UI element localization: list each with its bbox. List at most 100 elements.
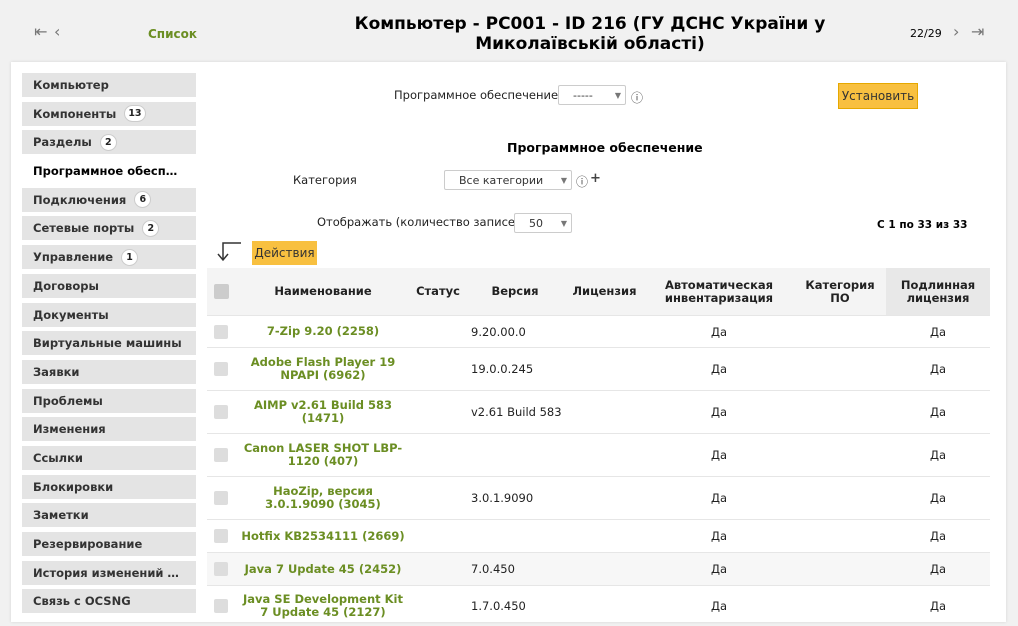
- sidebar-item[interactable]: Заявки: [22, 359, 196, 384]
- category-cell: [794, 519, 886, 553]
- sidebar-item[interactable]: Резервирование: [22, 532, 196, 556]
- section-title: Программное обеспечение: [507, 140, 703, 155]
- sidebar-item[interactable]: История изменений …: [22, 560, 196, 585]
- license-cell: [565, 552, 644, 586]
- table-body: 7-Zip 9.20 (2258) 9.20.00.0 Да Да Adobe Flas…: [207, 315, 990, 626]
- sidebar-item[interactable]: Договоры: [22, 273, 196, 298]
- software-name-link[interactable]: Hotfix KB2534111 (2669): [235, 519, 411, 553]
- software-name-link[interactable]: 7-Zip 9.20 (2258): [235, 315, 411, 348]
- previous-record-icon[interactable]: ‹: [54, 24, 60, 40]
- status-cell: [411, 315, 465, 348]
- sidebar-item-label: Блокировки: [33, 479, 114, 494]
- row-checkbox[interactable]: [214, 562, 228, 577]
- sidebar-item[interactable]: Подключения 6: [22, 187, 196, 212]
- software-name-link[interactable]: Canon LASER SHOT LBP-1120 (407): [235, 433, 411, 477]
- actions-button[interactable]: Действия: [252, 241, 317, 265]
- install-button[interactable]: Установить: [838, 83, 918, 109]
- software-name-link[interactable]: Java SE Development Kit 7 Update 45 (212…: [235, 585, 411, 626]
- software-name-link[interactable]: Adobe Flash Player 19 NPAPI (6962): [235, 347, 411, 391]
- license-cell: [565, 390, 644, 434]
- row-checkbox[interactable]: [214, 405, 228, 420]
- category-cell: [794, 476, 886, 520]
- column-header-name[interactable]: Наименование: [235, 268, 411, 316]
- version-cell: 9.20.00.0: [465, 315, 565, 348]
- version-cell: 3.0.1.9090: [465, 476, 565, 520]
- row-select-cell: [207, 519, 235, 553]
- sidebar-item[interactable]: Компоненты 13: [22, 101, 196, 126]
- software-select[interactable]: ----- ▼: [558, 85, 626, 105]
- info-icon[interactable]: ⓘ: [576, 173, 588, 190]
- row-checkbox[interactable]: [214, 491, 228, 506]
- version-cell: 19.0.0.245: [465, 347, 565, 391]
- license-cell: [565, 433, 644, 477]
- status-cell: [411, 476, 465, 520]
- show-count-label: Отображать (количество записей): [317, 215, 527, 229]
- row-select-cell: [207, 390, 235, 434]
- license-cell: [565, 315, 644, 348]
- sidebar-item[interactable]: Разделы 2: [22, 130, 196, 155]
- sidebar-item-label: Резервирование: [33, 537, 143, 551]
- sidebar-item[interactable]: Программное обесп…: [22, 159, 196, 184]
- chevron-down-icon: ▼: [560, 176, 567, 185]
- sidebar-item[interactable]: Управление 1: [22, 245, 196, 270]
- sidebar-item[interactable]: Заметки: [22, 503, 196, 528]
- table-row: Hotfix KB2534111 (2669) Да Да: [207, 519, 990, 553]
- show-count-select[interactable]: 50 ▼: [514, 213, 572, 233]
- sidebar-item-label: Сетевые порты: [33, 221, 135, 236]
- column-header-license[interactable]: Лицензия: [565, 268, 644, 316]
- info-icon[interactable]: ⓘ: [631, 89, 643, 106]
- sidebar-item-label: Программное обесп…: [33, 164, 178, 179]
- sidebar-item-label: Ссылки: [33, 450, 83, 465]
- genuine-license-cell: Да: [886, 347, 990, 391]
- sidebar-item-label: Компьютер: [33, 78, 109, 92]
- sidebar-item[interactable]: Ссылки: [22, 445, 196, 470]
- software-name-link[interactable]: AIMP v2.61 Build 583 (1471): [235, 390, 411, 434]
- next-record-icon[interactable]: ›: [953, 24, 959, 40]
- sidebar-item-label: Виртуальные машины: [33, 336, 182, 351]
- row-checkbox[interactable]: [214, 529, 228, 544]
- last-record-icon[interactable]: ⇥: [971, 24, 984, 40]
- sidebar-item[interactable]: Документы: [22, 302, 196, 327]
- software-name-link[interactable]: Java 7 Update 45 (2452): [235, 552, 411, 586]
- category-select[interactable]: Все категории ▼: [444, 170, 572, 190]
- select-all-checkbox[interactable]: [213, 284, 229, 299]
- sidebar-item[interactable]: Компьютер: [22, 73, 196, 97]
- sidebar-item[interactable]: Блокировки: [22, 474, 196, 499]
- row-checkbox[interactable]: [214, 362, 228, 377]
- license-cell: [565, 347, 644, 391]
- add-category-icon[interactable]: +: [590, 171, 601, 186]
- column-header-genuine-license[interactable]: Подлинная лицензия: [886, 268, 990, 316]
- sidebar-item[interactable]: Проблемы: [22, 388, 196, 413]
- sidebar-item[interactable]: Изменения: [22, 417, 196, 442]
- row-checkbox[interactable]: [214, 599, 228, 613]
- auto-inventory-cell: Да: [644, 390, 794, 434]
- sidebar-item-label: Изменения: [33, 422, 106, 437]
- row-checkbox[interactable]: [214, 324, 228, 339]
- genuine-license-cell: Да: [886, 552, 990, 586]
- sidebar-item[interactable]: Связь с OCSNG: [22, 589, 196, 614]
- column-header-version[interactable]: Версия: [465, 268, 565, 316]
- top-bar: ⇤ ‹ Список Компьютер - PC001 - ID 216 (Г…: [0, 0, 1018, 62]
- sidebar-item-label: Подключения: [33, 192, 127, 207]
- genuine-license-cell: Да: [886, 433, 990, 477]
- row-select-cell: [207, 476, 235, 520]
- software-select-value: -----: [573, 89, 593, 102]
- records-info: С 1 по 33 из 33: [877, 219, 968, 231]
- column-header-status[interactable]: Статус: [411, 268, 465, 316]
- sidebar-item[interactable]: Сетевые порты 2: [22, 216, 196, 241]
- software-name-link[interactable]: HaoZip, версия 3.0.1.9090 (3045): [235, 476, 411, 520]
- first-record-icon[interactable]: ⇤: [34, 24, 47, 40]
- sidebar-item[interactable]: Виртуальные машины: [22, 331, 196, 356]
- auto-inventory-cell: Да: [644, 315, 794, 348]
- count-badge: 13: [124, 105, 146, 123]
- genuine-license-cell: Да: [886, 476, 990, 520]
- chevron-down-icon: ▼: [560, 219, 567, 228]
- row-checkbox[interactable]: [214, 448, 228, 463]
- table-row: Adobe Flash Player 19 NPAPI (6962) 19.0.0…: [207, 347, 990, 391]
- sidebar-item-label: Заметки: [33, 508, 89, 523]
- column-header-auto-inventory[interactable]: Автоматическая инвентаризация: [644, 268, 794, 316]
- column-header-category[interactable]: Категория ПО: [794, 268, 886, 316]
- row-select-cell: [207, 315, 235, 348]
- list-link[interactable]: Список: [148, 27, 197, 41]
- license-cell: [565, 476, 644, 520]
